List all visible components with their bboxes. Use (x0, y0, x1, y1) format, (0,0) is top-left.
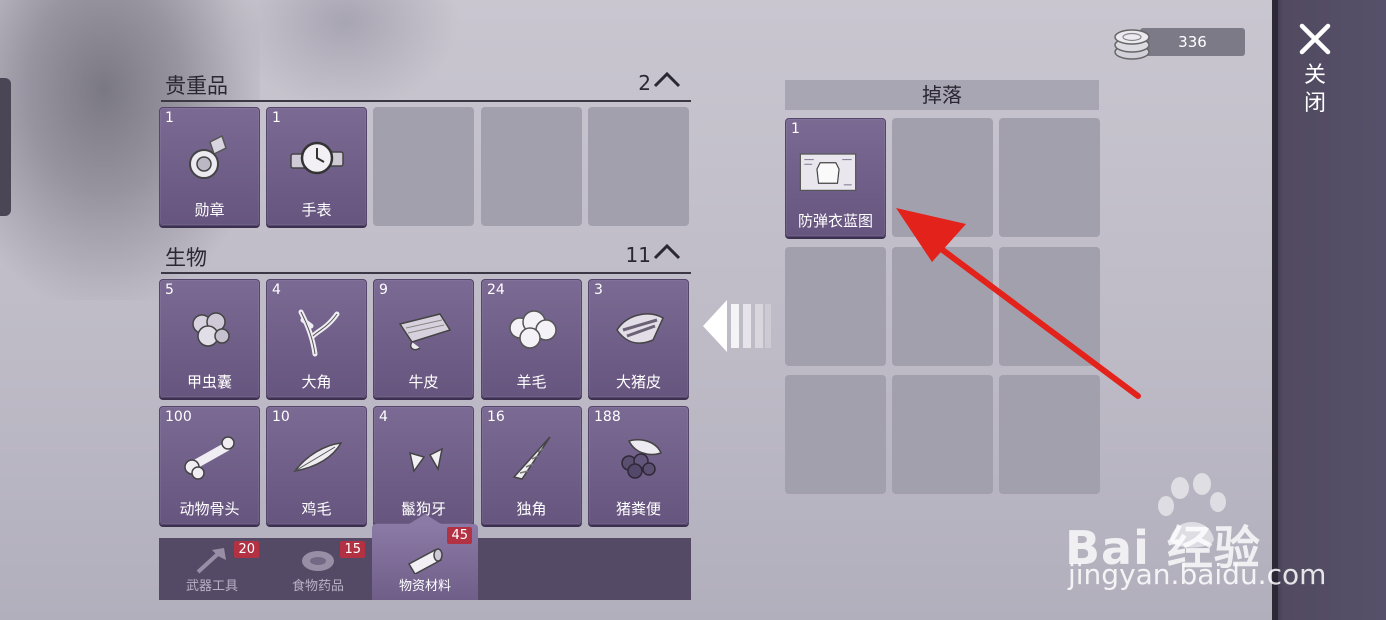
left-edge-tab[interactable] (0, 78, 11, 216)
empty-slot[interactable] (588, 107, 689, 226)
tab-label: 物资材料 (398, 579, 451, 594)
currency-bar: 336 (1140, 28, 1245, 56)
medal-icon (180, 128, 240, 188)
meat-icon (298, 546, 338, 576)
close-button[interactable]: 关闭 (1298, 62, 1332, 118)
item-count: 1 (165, 110, 174, 126)
tab-supplies-materials[interactable]: 45 物资材料 (372, 514, 478, 600)
annotation-arrow-icon (880, 190, 1150, 410)
section-header-creatures[interactable]: 生物 11 (161, 243, 691, 274)
inventory-slot-medal[interactable]: 1 勋章 (159, 107, 260, 226)
section-title: 贵重品 (165, 74, 228, 98)
dung-icon (609, 427, 669, 487)
pig-hide-icon (609, 300, 669, 360)
tab-food-medicine[interactable]: 15 食物药品 (265, 538, 371, 600)
chevron-up-icon[interactable] (653, 238, 681, 266)
item-count: 4 (272, 282, 281, 298)
horn-icon (502, 427, 562, 487)
inventory-slot-beetle-sac[interactable]: 5 甲虫囊 (159, 279, 260, 398)
chevron-up-icon[interactable] (653, 66, 681, 94)
item-count: 10 (272, 409, 290, 425)
item-count: 9 (379, 282, 388, 298)
item-name: 甲虫囊 (186, 373, 232, 391)
transfer-left-arrow-icon[interactable] (703, 296, 773, 356)
watermark-url: jingyan.baidu.com (1068, 558, 1327, 591)
inventory-slot-wool[interactable]: 24 羊毛 (481, 279, 582, 398)
item-name: 鸡毛 (301, 500, 332, 518)
wool-icon (502, 300, 562, 360)
axe-icon (192, 546, 232, 576)
tab-badge: 15 (340, 541, 365, 558)
section-title: 生物 (165, 246, 207, 270)
item-name: 羊毛 (516, 373, 547, 391)
tab-label: 武器工具 (185, 579, 238, 594)
inventory-slot-fang[interactable]: 4 鬣狗牙 (373, 406, 474, 525)
item-count: 24 (487, 282, 505, 298)
inventory-slot-watch[interactable]: 1 手表 (266, 107, 367, 226)
drop-slot-vest-blueprint[interactable]: 1 防弹衣蓝图 (785, 118, 886, 237)
currency-display: 336 (1112, 24, 1246, 60)
section-count: 11 (625, 243, 651, 267)
tab-weapons-tools[interactable]: 20 武器工具 (159, 538, 265, 600)
inventory-slot-feather[interactable]: 10 鸡毛 (266, 406, 367, 525)
coin-stack-icon (1112, 24, 1152, 62)
item-name: 大角 (301, 373, 332, 391)
section-header-valuables[interactable]: 贵重品 2 (161, 71, 691, 102)
inventory-slot-dung[interactable]: 188 猪粪便 (588, 406, 689, 525)
close-icon[interactable] (1298, 22, 1332, 56)
antler-icon (287, 300, 347, 360)
item-name: 防弹衣蓝图 (797, 212, 873, 230)
item-name: 动物骨头 (179, 500, 240, 518)
close-label: 关闭 (1303, 63, 1326, 116)
inventory-slot-horn[interactable]: 16 独角 (481, 406, 582, 525)
empty-slot[interactable] (481, 107, 582, 226)
category-tab-bar: 20 武器工具 15 食物药品 45 物资材料 (159, 514, 691, 600)
item-count: 100 (165, 409, 192, 425)
empty-slot[interactable] (785, 247, 886, 366)
drop-panel-header: 掉落 (785, 80, 1099, 110)
feather-icon (287, 427, 347, 487)
item-name: 大猪皮 (615, 373, 661, 391)
watch-icon (287, 128, 347, 188)
tab-badge: 45 (447, 527, 472, 544)
log-icon (405, 544, 445, 575)
item-count: 3 (594, 282, 603, 298)
drop-panel-title: 掉落 (922, 83, 962, 107)
item-name: 猪粪便 (615, 500, 661, 518)
empty-slot[interactable] (373, 107, 474, 226)
inventory-slot-antler[interactable]: 4 大角 (266, 279, 367, 398)
item-name: 勋章 (194, 201, 225, 219)
fang-icon (394, 427, 454, 487)
inventory-slot-cowhide[interactable]: 9 牛皮 (373, 279, 474, 398)
item-count: 5 (165, 282, 174, 298)
item-name: 手表 (301, 201, 332, 219)
item-count: 1 (272, 110, 281, 126)
item-name: 牛皮 (408, 373, 439, 391)
item-count: 1 (791, 121, 800, 137)
inventory-slot-bone[interactable]: 100 动物骨头 (159, 406, 260, 525)
beetle-sac-icon (180, 300, 240, 360)
currency-value: 336 (1178, 33, 1207, 51)
vest-blueprint-icon (798, 143, 874, 203)
cowhide-icon (394, 300, 454, 360)
bone-icon (180, 427, 240, 487)
item-count: 16 (487, 409, 505, 425)
tab-label: 食物药品 (291, 579, 344, 594)
item-count: 188 (594, 409, 621, 425)
item-count: 4 (379, 409, 388, 425)
tab-badge: 20 (234, 541, 259, 558)
section-count: 2 (638, 71, 651, 95)
inventory-slot-pig-hide[interactable]: 3 大猪皮 (588, 279, 689, 398)
empty-slot[interactable] (785, 375, 886, 494)
item-name: 独角 (516, 500, 547, 518)
